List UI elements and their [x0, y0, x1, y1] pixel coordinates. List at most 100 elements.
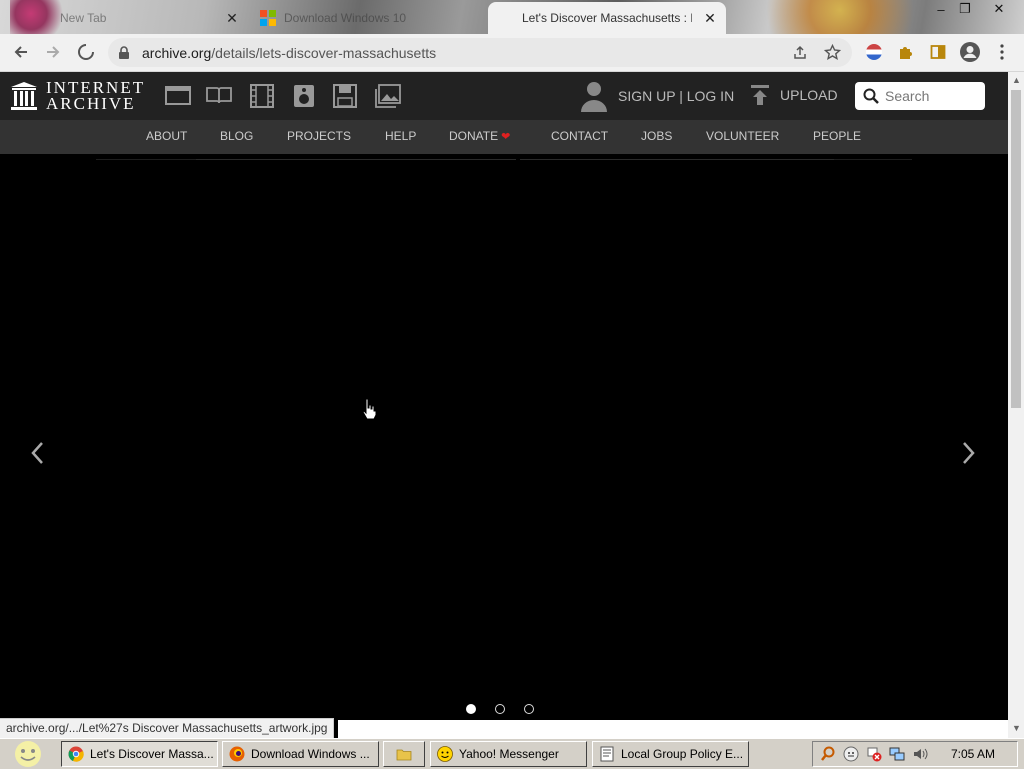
taskbar-item-yahoo-messenger[interactable]: Yahoo! Messenger [430, 741, 587, 767]
puzzle-icon [900, 47, 912, 59]
profile-button[interactable] [958, 40, 982, 64]
software-icon[interactable] [333, 84, 359, 108]
chevron-left-icon [31, 442, 43, 464]
ia-top-header: INTERNET ARCHIVE SIGN UP | LOG IN UPLOAD [0, 72, 1008, 120]
texts-icon[interactable] [206, 84, 232, 108]
upload-link[interactable]: UPLOAD [750, 84, 838, 106]
forward-button[interactable] [41, 40, 65, 64]
extension-button[interactable] [862, 40, 886, 64]
scrollbar-thumb[interactable] [1011, 90, 1021, 408]
tab-lets-discover-massachusetts[interactable]: Let's Discover Massachusetts : Free ✕ [488, 2, 726, 34]
link-status-bar: archive.org/.../Let%27s Discover Massach… [0, 718, 335, 739]
browser-menu-button[interactable] [990, 40, 1014, 64]
maximize-button[interactable]: ❐ [950, 0, 980, 18]
page-scrollbar[interactable]: ▲ ▼ [1008, 72, 1024, 738]
nav-donate[interactable]: DONATE ❤ [449, 129, 510, 143]
microsoft-logo-icon [260, 10, 276, 26]
side-panel-icon [930, 45, 946, 59]
loading-spinner-icon [78, 44, 94, 60]
nav-contact[interactable]: CONTACT [551, 129, 608, 143]
extensions-button[interactable] [894, 40, 918, 64]
url-host: archive.org [142, 45, 212, 61]
taskbar-item-group-policy[interactable]: Local Group Policy E... [592, 741, 749, 767]
images-icon[interactable] [375, 84, 401, 108]
carousel-indicators [466, 704, 534, 714]
carousel-next-button[interactable] [958, 440, 978, 466]
tab-download-windows[interactable]: Download Windows 10 [252, 2, 486, 34]
scroll-down-icon[interactable]: ▼ [1012, 724, 1021, 733]
chrome-icon [68, 746, 84, 762]
taskbar-item-chrome[interactable]: Let's Discover Massa... [61, 741, 218, 767]
smiley-start-icon [15, 741, 41, 767]
taskbar-item-label: Local Group Policy E... [621, 747, 744, 761]
policy-editor-icon [600, 746, 614, 762]
archive-building-icon [11, 82, 37, 110]
divider [520, 159, 834, 160]
divider [96, 159, 196, 160]
nav-people[interactable]: PEOPLE [813, 129, 861, 143]
chevron-right-icon [963, 442, 975, 464]
nav-jobs[interactable]: JOBS [641, 129, 672, 143]
audio-icon[interactable] [292, 84, 318, 108]
bookmark-star-icon[interactable] [824, 44, 841, 61]
nav-blog[interactable]: BLOG [220, 129, 253, 143]
system-tray: 7:05 AM [812, 741, 1018, 767]
user-icon [581, 82, 607, 112]
stop-loading-button[interactable] [74, 40, 98, 64]
search-tray-icon[interactable] [820, 746, 836, 762]
sign-in-link[interactable]: SIGN UP | LOG IN [580, 80, 734, 112]
lock-icon [119, 46, 129, 59]
security-alert-icon[interactable] [866, 746, 882, 762]
taskbar-item-folder[interactable] [383, 741, 425, 767]
back-button[interactable] [9, 40, 33, 64]
url-text[interactable]: archive.org/details/lets-discover-massac… [142, 45, 436, 61]
close-icon[interactable]: ✕ [702, 10, 718, 26]
arrow-left-icon [14, 46, 27, 58]
nav-projects[interactable]: PROJECTS [287, 129, 351, 143]
address-bar[interactable]: archive.org/details/lets-discover-massac… [108, 38, 852, 67]
carousel-dot-1[interactable] [466, 704, 476, 714]
tab-title: Let's Discover Massachusetts : Free [522, 11, 692, 25]
hand-cursor-icon [362, 398, 376, 420]
search-box[interactable] [855, 82, 985, 110]
side-panel-button[interactable] [926, 40, 950, 64]
clock[interactable]: 7:05 AM [951, 747, 995, 761]
carousel-prev-button[interactable] [28, 440, 48, 466]
scroll-up-icon[interactable]: ▲ [1012, 76, 1021, 85]
web-icon[interactable] [165, 84, 191, 108]
taskbar-item-label: Let's Discover Massa... [90, 747, 214, 761]
folder-icon [396, 749, 412, 761]
carousel-dot-3[interactable] [524, 704, 534, 714]
nav-volunteer[interactable]: VOLUNTEER [706, 129, 779, 143]
network-icon[interactable] [889, 746, 905, 762]
tab-new-tab[interactable]: New Tab ✕ [8, 2, 248, 34]
search-icon [863, 88, 879, 104]
close-window-button[interactable]: ✕ [984, 0, 1014, 18]
messenger-tray-icon[interactable] [843, 746, 859, 762]
firefox-icon [229, 746, 245, 762]
logo-line-2: ARCHIVE [46, 94, 136, 113]
search-input[interactable] [883, 87, 982, 105]
page-bottom-strip [338, 720, 1008, 738]
upload-label: UPLOAD [780, 87, 838, 103]
volume-icon[interactable] [912, 746, 928, 762]
wallpaper-splash [720, 0, 920, 34]
avatar-icon [960, 42, 980, 62]
ia-logo[interactable]: INTERNET ARCHIVE [10, 79, 145, 113]
video-icon[interactable] [249, 84, 275, 108]
start-button[interactable] [6, 739, 50, 769]
windows-taskbar: Let's Discover Massa... Download Windows… [0, 738, 1024, 769]
close-icon[interactable]: ✕ [224, 10, 240, 26]
nav-help[interactable]: HELP [385, 129, 416, 143]
image-carousel[interactable] [0, 154, 1008, 720]
nav-donate-label: DONATE [449, 129, 499, 143]
sign-in-label: SIGN UP | LOG IN [618, 88, 735, 104]
carousel-dot-2[interactable] [495, 704, 505, 714]
taskbar-item-firefox[interactable]: Download Windows ... [222, 741, 379, 767]
browser-tab-strip: New Tab ✕ Download Windows 10 Let's Disc… [0, 0, 1024, 34]
share-icon[interactable] [792, 45, 808, 61]
taskbar-item-label: Download Windows ... [251, 747, 370, 761]
url-path: /details/lets-discover-massachusetts [211, 45, 437, 61]
nav-about[interactable]: ABOUT [146, 129, 187, 143]
yahoo-messenger-icon [437, 746, 453, 762]
